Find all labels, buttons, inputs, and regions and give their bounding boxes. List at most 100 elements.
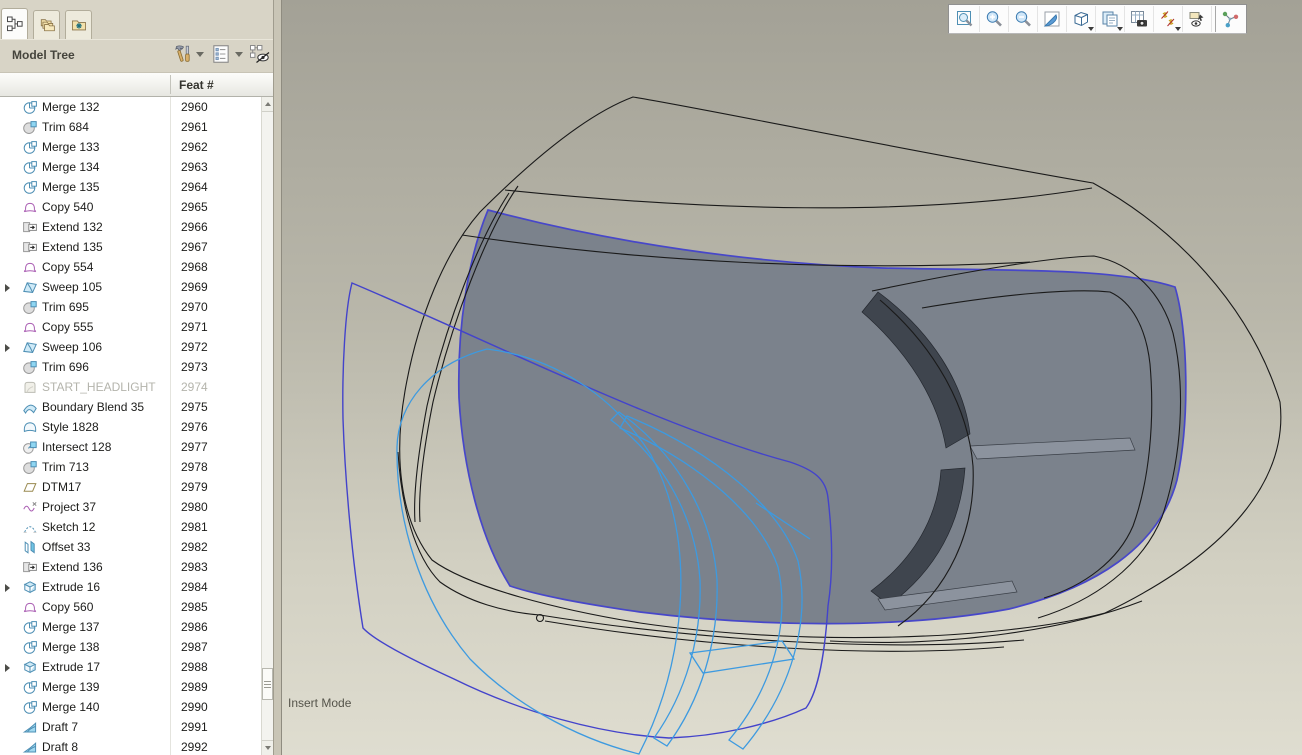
feature-label[interactable]: Extend 136 xyxy=(42,560,103,574)
feature-label[interactable]: Copy 540 xyxy=(42,200,93,214)
tree-row[interactable]: Merge 138 2987 xyxy=(0,637,261,657)
tree-row[interactable]: Copy 560 2985 xyxy=(0,597,261,617)
feature-label[interactable]: DTM17 xyxy=(42,480,81,494)
feature-label[interactable]: Boundary Blend 35 xyxy=(42,400,144,414)
feature-label[interactable]: Style 1828 xyxy=(42,420,99,434)
tree-row[interactable]: Intersect 128 2977 xyxy=(0,437,261,457)
tree-row[interactable]: Trim 695 2970 xyxy=(0,297,261,317)
feature-label[interactable]: Copy 554 xyxy=(42,260,93,274)
feature-label[interactable]: Merge 137 xyxy=(42,620,99,634)
tab-folder-browser[interactable] xyxy=(33,10,60,39)
tree-column-settings-button[interactable] xyxy=(249,43,271,65)
tree-row[interactable]: Copy 540 2965 xyxy=(0,197,261,217)
tree-row[interactable]: Merge 135 2964 xyxy=(0,177,261,197)
tree-display-options-button[interactable] xyxy=(210,43,243,65)
tree-row[interactable]: Extend 136 2983 xyxy=(0,557,261,577)
tree-row[interactable]: Project 37 2980 xyxy=(0,497,261,517)
tree-row[interactable]: Extend 132 2966 xyxy=(0,217,261,237)
housing-top-wire[interactable] xyxy=(504,187,1093,209)
tree-row[interactable]: Merge 139 2989 xyxy=(0,677,261,697)
feature-label[interactable]: Merge 135 xyxy=(42,180,99,194)
feature-label[interactable]: Trim 713 xyxy=(42,460,89,474)
feature-label[interactable]: Sketch 12 xyxy=(42,520,95,534)
scroll-thumb[interactable] xyxy=(262,668,273,700)
expand-arrow-icon[interactable] xyxy=(5,664,10,672)
feature-label[interactable]: Merge 134 xyxy=(42,160,99,174)
expand-arrow-icon[interactable] xyxy=(5,284,10,292)
tree-filters-button[interactable] xyxy=(171,43,204,65)
zoom-out-button[interactable] xyxy=(1009,6,1038,32)
tree-row[interactable]: Extend 135 2967 xyxy=(0,237,261,257)
feature-label[interactable]: Merge 139 xyxy=(42,680,99,694)
feature-label[interactable]: Extrude 16 xyxy=(42,580,100,594)
tree-row[interactable]: Boundary Blend 35 2975 xyxy=(0,397,261,417)
graphics-viewport[interactable]: Insert Mode xyxy=(282,0,1302,755)
tree-row[interactable]: Trim 684 2961 xyxy=(0,117,261,137)
feature-label[interactable]: Merge 140 xyxy=(42,700,99,714)
headlight-lens-surface[interactable] xyxy=(457,208,1187,625)
feature-label[interactable]: Offset 33 xyxy=(42,540,90,554)
dropdown-caret-icon[interactable] xyxy=(1088,27,1094,31)
feature-label[interactable]: Draft 8 xyxy=(42,740,78,754)
expand-arrow-icon[interactable] xyxy=(5,584,10,592)
tree-row[interactable]: Draft 8 2992 xyxy=(0,737,261,755)
spin-center-button[interactable] xyxy=(1215,6,1244,32)
tree-row[interactable]: Sweep 106 2972 xyxy=(0,337,261,357)
tree-row[interactable]: Draft 7 2991 xyxy=(0,717,261,737)
feature-label[interactable]: Trim 684 xyxy=(42,120,89,134)
dropdown-caret-icon[interactable] xyxy=(196,51,204,57)
tree-row[interactable]: DTM17 2979 xyxy=(0,477,261,497)
dropdown-caret-icon[interactable] xyxy=(235,51,243,57)
refit-button[interactable] xyxy=(951,6,980,32)
tab-favorites[interactable] xyxy=(65,10,92,39)
dropdown-caret-icon[interactable] xyxy=(1117,27,1123,31)
zoom-in-button[interactable] xyxy=(980,6,1009,32)
tree-row[interactable]: Sweep 105 2969 xyxy=(0,277,261,297)
saved-view-list-button[interactable] xyxy=(1096,6,1125,32)
feature-label[interactable]: Trim 695 xyxy=(42,300,89,314)
feature-label[interactable]: Copy 555 xyxy=(42,320,93,334)
feature-label[interactable]: Project 37 xyxy=(42,500,96,514)
scroll-up-button[interactable] xyxy=(262,97,273,112)
feature-label[interactable]: Merge 138 xyxy=(42,640,99,654)
tree-scrollbar[interactable] xyxy=(261,97,273,755)
scroll-down-button[interactable] xyxy=(262,740,273,755)
feature-label[interactable]: Merge 132 xyxy=(42,100,99,114)
tree-row[interactable]: Style 1828 2976 xyxy=(0,417,261,437)
feature-label[interactable]: Draft 7 xyxy=(42,720,78,734)
tree-row[interactable]: Sketch 12 2981 xyxy=(0,517,261,537)
feature-label[interactable]: Extrude 17 xyxy=(42,660,100,674)
feature-label[interactable]: Sweep 106 xyxy=(42,340,102,354)
repaint-button[interactable] xyxy=(1038,6,1067,32)
feature-label[interactable]: Trim 696 xyxy=(42,360,89,374)
tree-row[interactable]: Copy 554 2968 xyxy=(0,257,261,277)
tree-row[interactable]: Offset 33 2982 xyxy=(0,537,261,557)
display-style-button[interactable] xyxy=(1067,6,1096,32)
annotation-display-button[interactable] xyxy=(1183,6,1212,32)
tree-row[interactable]: Trim 696 2973 xyxy=(0,357,261,377)
tree-row[interactable]: Merge 137 2986 xyxy=(0,617,261,637)
tree-row[interactable]: Merge 134 2963 xyxy=(0,157,261,177)
tree-row[interactable]: Extrude 17 2988 xyxy=(0,657,261,677)
expand-arrow-icon[interactable] xyxy=(5,344,10,352)
panel-divider[interactable] xyxy=(273,0,282,755)
feature-number: 2966 xyxy=(181,220,208,234)
feature-label[interactable]: Intersect 128 xyxy=(42,440,111,454)
tree-row[interactable]: Merge 132 2960 xyxy=(0,97,261,117)
tab-model-tree[interactable] xyxy=(1,8,28,39)
feature-label[interactable]: START_HEADLIGHT xyxy=(42,380,156,394)
datum-display-button[interactable] xyxy=(1154,6,1183,32)
tree-row[interactable]: Merge 140 2990 xyxy=(0,697,261,717)
tree-row[interactable]: Extrude 16 2984 xyxy=(0,577,261,597)
dropdown-caret-icon[interactable] xyxy=(1175,27,1181,31)
tree-row[interactable]: START_HEADLIGHT 2974 xyxy=(0,377,261,397)
feature-label[interactable]: Merge 133 xyxy=(42,140,99,154)
feature-label[interactable]: Sweep 105 xyxy=(42,280,102,294)
feature-label[interactable]: Extend 132 xyxy=(42,220,103,234)
tree-row[interactable]: Copy 555 2971 xyxy=(0,317,261,337)
feature-label[interactable]: Copy 560 xyxy=(42,600,93,614)
view-capture-button[interactable] xyxy=(1125,6,1154,32)
feature-label[interactable]: Extend 135 xyxy=(42,240,103,254)
tree-row[interactable]: Merge 133 2962 xyxy=(0,137,261,157)
tree-row[interactable]: Trim 713 2978 xyxy=(0,457,261,477)
